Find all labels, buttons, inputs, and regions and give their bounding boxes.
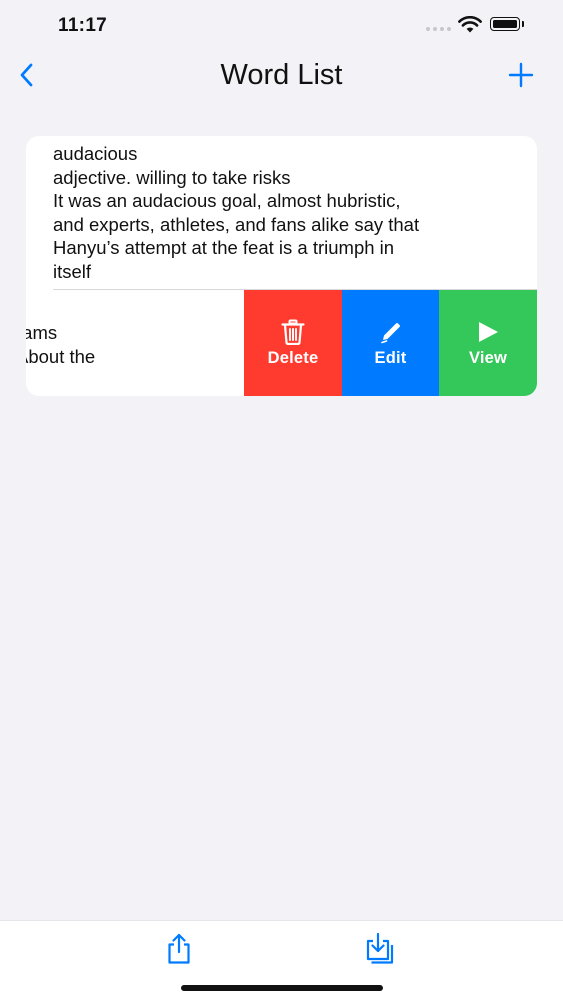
cellular-signal-icon bbox=[426, 27, 451, 31]
share-icon bbox=[168, 933, 190, 964]
import-icon bbox=[366, 932, 394, 964]
view-button[interactable]: View bbox=[439, 290, 537, 396]
word-line: rams bbox=[26, 322, 58, 343]
pencil-icon bbox=[380, 322, 400, 343]
share-button[interactable] bbox=[159, 929, 199, 969]
plus-icon bbox=[508, 62, 534, 88]
page-title: Word List bbox=[220, 59, 343, 91]
import-button[interactable] bbox=[359, 929, 399, 969]
status-time: 11:17 bbox=[58, 15, 108, 36]
word-example-line: itself bbox=[53, 260, 92, 282]
word-example-line: and experts, athletes, and fans alike sa… bbox=[53, 213, 420, 235]
wifi-icon bbox=[458, 16, 482, 33]
navigation-bar: Word List bbox=[0, 52, 563, 100]
word-list: audacious adjective. willing to take ris… bbox=[26, 136, 537, 396]
list-item[interactable]: rams About the Delete Edit bbox=[26, 290, 537, 396]
word-title: audacious bbox=[53, 143, 138, 164]
swipe-actions: Delete Edit View bbox=[244, 290, 537, 396]
word-line: About the bbox=[26, 345, 96, 367]
word-definition: adjective. willing to take risks bbox=[53, 166, 291, 188]
home-indicator bbox=[181, 985, 383, 991]
list-item[interactable]: audacious adjective. willing to take ris… bbox=[26, 136, 537, 290]
delete-button[interactable]: Delete bbox=[244, 290, 342, 396]
word-entry-text: audacious adjective. willing to take ris… bbox=[53, 142, 523, 284]
word-example-line: It was an audacious goal, almost hubrist… bbox=[53, 190, 401, 212]
word-example-line: Hanyu’s attempt at the feat is a triumph… bbox=[53, 237, 395, 259]
edit-label: Edit bbox=[374, 348, 407, 367]
delete-label: Delete bbox=[267, 348, 319, 367]
trash-icon bbox=[281, 319, 305, 345]
battery-icon bbox=[490, 17, 520, 31]
edit-button[interactable]: Edit bbox=[342, 290, 439, 396]
add-word-button[interactable] bbox=[506, 60, 536, 90]
status-bar: 11:17 bbox=[0, 0, 563, 52]
swiped-word-entry-text: rams About the bbox=[26, 321, 244, 368]
view-label: View bbox=[468, 348, 508, 367]
play-icon bbox=[479, 321, 498, 342]
